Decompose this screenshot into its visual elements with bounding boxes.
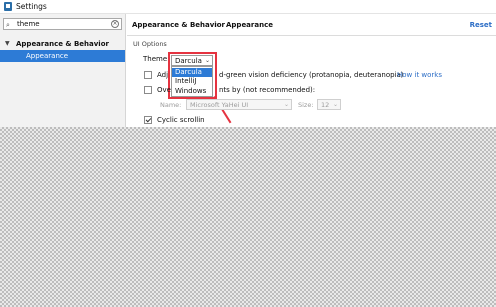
sidebar: ⌕ × ▼ Appearance & Behavior Appearance [0, 14, 126, 127]
font-name-select[interactable]: Microsoft YaHei UI ⌄ [186, 99, 292, 110]
tree-item-appearance-behavior[interactable]: ▼ Appearance & Behavior [0, 38, 125, 50]
cyclic-scrolling-label: Cyclic scrollin [157, 116, 205, 124]
override-fonts-label-start: Ove [157, 86, 171, 94]
chevron-down-icon[interactable]: ▼ [5, 39, 10, 49]
clear-icon[interactable]: × [111, 20, 119, 28]
search-input[interactable] [17, 19, 107, 29]
font-size-value: 12 [321, 101, 330, 109]
theme-option-darcula[interactable]: Darcula [172, 68, 212, 77]
chevron-down-icon: ⌄ [332, 101, 338, 108]
title-bar: Settings [0, 0, 496, 14]
settings-header: Appearance & Behavior › Appearance Reset [127, 14, 496, 36]
theme-select[interactable]: Darcula ⌄ [171, 55, 213, 66]
how-it-works-link[interactable]: How it works [397, 71, 442, 79]
font-size-select[interactable]: 12 ⌄ [317, 99, 341, 110]
chevron-down-icon: ⌄ [283, 101, 289, 108]
theme-option-windows[interactable]: Windows [172, 87, 212, 96]
adjust-colors-checkbox[interactable] [144, 71, 152, 79]
font-name-value: Microsoft YaHei UI [190, 101, 249, 109]
adjust-colors-label-start: Adj [157, 71, 169, 79]
tree-item-appearance[interactable]: Appearance [0, 50, 125, 62]
tree-item-label: Appearance & Behavior [16, 40, 109, 48]
theme-dropdown-list: Darcula IntelliJ Windows [171, 66, 213, 97]
font-name-label: Name: [160, 101, 182, 109]
app-icon [4, 2, 12, 11]
breadcrumb-parent: Appearance & Behavior [132, 21, 225, 29]
tree-item-label: Appearance [26, 52, 69, 60]
adjust-colors-label-end: d-green vision deficiency (protanopia, d… [219, 71, 404, 79]
ui-options-label: UI Options [133, 40, 167, 48]
theme-label: Theme: [143, 55, 170, 63]
override-fonts-checkbox[interactable] [144, 86, 152, 94]
theme-select-value: Darcula [175, 57, 202, 65]
theme-option-intellij[interactable]: IntelliJ [172, 77, 212, 86]
window-title: Settings [16, 2, 47, 11]
override-fonts-label-end: nts by (not recommended): [219, 86, 316, 94]
transparency-checker-region [0, 127, 496, 307]
cyclic-scrolling-checkbox[interactable] [144, 116, 152, 124]
search-box[interactable]: ⌕ × [3, 18, 122, 30]
font-size-label: Size: [298, 101, 314, 109]
breadcrumb-separator: › [216, 21, 219, 29]
breadcrumb-current: Appearance [226, 21, 273, 29]
search-icon: ⌕ [6, 21, 10, 29]
reset-link[interactable]: Reset [470, 21, 492, 29]
chevron-down-icon: ⌄ [204, 57, 210, 64]
